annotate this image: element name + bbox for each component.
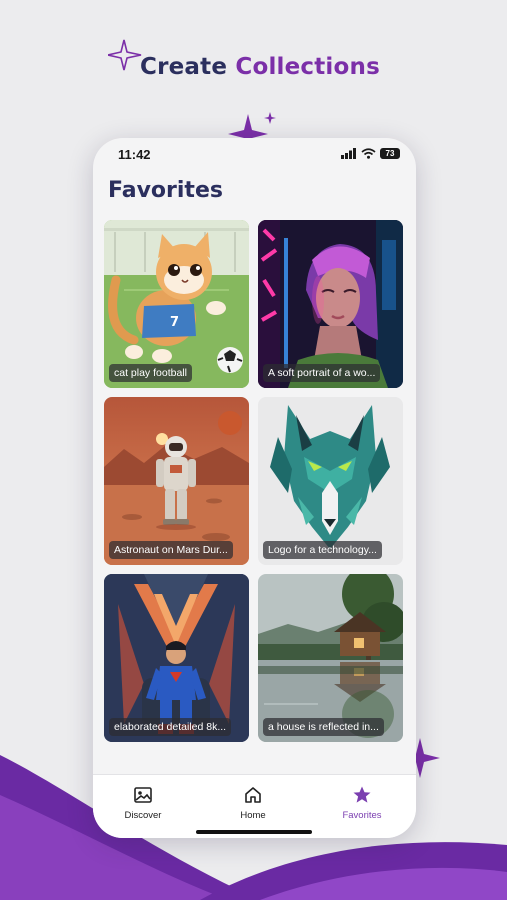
headline-collections: Collections xyxy=(235,54,380,80)
tab-bar: Discover Home Favorites xyxy=(93,774,416,838)
favorite-card[interactable]: Logo for a technology... xyxy=(258,397,403,565)
tab-discover[interactable]: Discover xyxy=(103,785,183,821)
card-image xyxy=(104,397,249,565)
favorites-grid: 7 cat play football A soft portrait of a… xyxy=(104,220,403,742)
card-image xyxy=(258,574,403,742)
tab-favorites[interactable]: Favorites xyxy=(322,785,402,821)
tab-home[interactable]: Home xyxy=(213,785,293,821)
favorite-card[interactable]: elaborated detailed 8k... xyxy=(104,574,249,742)
card-image xyxy=(104,574,249,742)
favorite-card[interactable]: Astronaut on Mars Dur... xyxy=(104,397,249,565)
battery-indicator: 73 xyxy=(380,148,400,159)
status-time: 11:42 xyxy=(118,147,151,162)
sparkle-outline-icon xyxy=(108,39,142,71)
status-icons: 73 xyxy=(341,148,400,159)
phone-frame: 11:42 73 Favorites 7 cat play football A… xyxy=(93,138,416,838)
svg-text:7: 7 xyxy=(170,315,179,330)
signal-icon xyxy=(341,148,356,159)
star-icon xyxy=(353,786,371,803)
card-caption: elaborated detailed 8k... xyxy=(109,718,232,736)
headline-create: Create xyxy=(140,54,228,80)
card-caption: cat play football xyxy=(109,364,192,382)
favorite-card[interactable]: a house is reflected in... xyxy=(258,574,403,742)
status-bar: 11:42 73 xyxy=(93,138,416,170)
card-image xyxy=(258,220,403,388)
image-icon xyxy=(134,787,152,803)
favorite-card[interactable]: A soft portrait of a wo... xyxy=(258,220,403,388)
card-caption: Logo for a technology... xyxy=(263,541,382,559)
favorite-card[interactable]: 7 cat play football xyxy=(104,220,249,388)
card-image: 7 xyxy=(104,220,249,388)
tab-label: Home xyxy=(240,810,266,821)
page-title: Favorites xyxy=(108,178,223,203)
tab-label: Discover xyxy=(124,810,162,821)
wifi-icon xyxy=(361,148,376,159)
card-caption: a house is reflected in... xyxy=(263,718,384,736)
card-caption: Astronaut on Mars Dur... xyxy=(109,541,233,559)
tab-label: Favorites xyxy=(342,810,382,821)
card-image xyxy=(258,397,403,565)
promo-headline: Create Collections xyxy=(140,54,380,80)
home-indicator[interactable] xyxy=(196,830,312,834)
home-icon xyxy=(245,787,261,803)
card-caption: A soft portrait of a wo... xyxy=(263,364,381,382)
